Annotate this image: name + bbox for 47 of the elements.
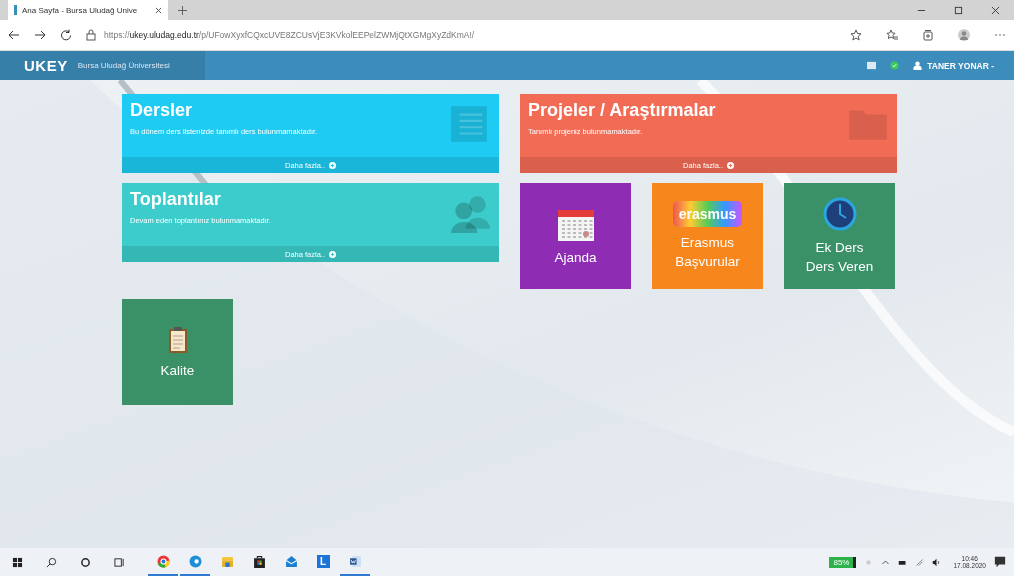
collections-icon[interactable] [922,29,934,41]
folder-icon [220,554,234,568]
taskbar-app[interactable]: L [308,548,338,576]
module-tile[interactable]: erasmus Erasmus Başvurular [652,183,763,289]
plus-circle-icon[interactable] [727,161,734,169]
app-letter-icon: L [316,554,330,568]
check-circle-icon[interactable] [890,61,900,70]
module-tile[interactable]: Kalite [122,299,233,405]
back-icon[interactable] [8,29,20,41]
star-icon[interactable] [850,29,862,41]
favorites-icon[interactable] [886,29,898,41]
profile-avatar-icon[interactable] [958,29,970,41]
clipboard-icon [167,324,188,355]
close-icon[interactable] [991,5,1000,15]
user-menu[interactable]: TANER YONAR - [913,60,994,71]
page-icon [14,5,17,15]
forward-icon[interactable] [34,29,46,41]
card-title: Projeler / Araştırmalar [528,100,717,121]
word-document-icon [348,554,362,568]
lock-icon [86,29,96,41]
speaker-icon[interactable] [932,557,942,567]
address-field[interactable]: https://ukey.uludag.edu.tr/p/UFowXyxfCQxcUVE8ZCUsVjE3KVkolEEPelZWMjQtXGMgXyZdKmA!/ [86,23,826,47]
card-title: Dersler [130,100,194,121]
maximize-icon[interactable] [954,5,963,15]
close-icon[interactable] [155,6,162,14]
card-title: Toplantılar [130,189,222,210]
battery-indicator[interactable]: 85% [829,556,857,568]
search-icon[interactable] [46,556,57,568]
refresh-icon[interactable] [60,29,72,41]
erasmus-logo: erasmus [672,201,743,227]
cortana-circle-icon[interactable] [80,556,91,568]
notification-icon[interactable] [994,556,1006,568]
university-name: Bursa Uludağ Üniversitesi [77,61,170,70]
user-icon [913,61,923,70]
module-tile[interactable]: Ek Ders Ders Veren [784,183,895,289]
message-icon[interactable] [867,61,877,70]
windows-start-icon[interactable] [12,556,23,568]
mail-icon [284,554,298,568]
module-tile[interactable]: Ajanda [520,183,631,289]
task-view-icon[interactable] [114,556,125,568]
new-tab-icon[interactable] [178,5,187,15]
browser-tab[interactable]: Ana Sayfa - Bursa Uludağ Unive [8,0,168,20]
shopping-bag-icon [252,554,266,568]
edge-icon [188,554,202,568]
brand-panel[interactable]: UKEY Bursa Uludağ Üniversitesi [0,51,205,80]
chrome-icon [156,554,170,568]
logo-text: UKEY [24,57,68,74]
